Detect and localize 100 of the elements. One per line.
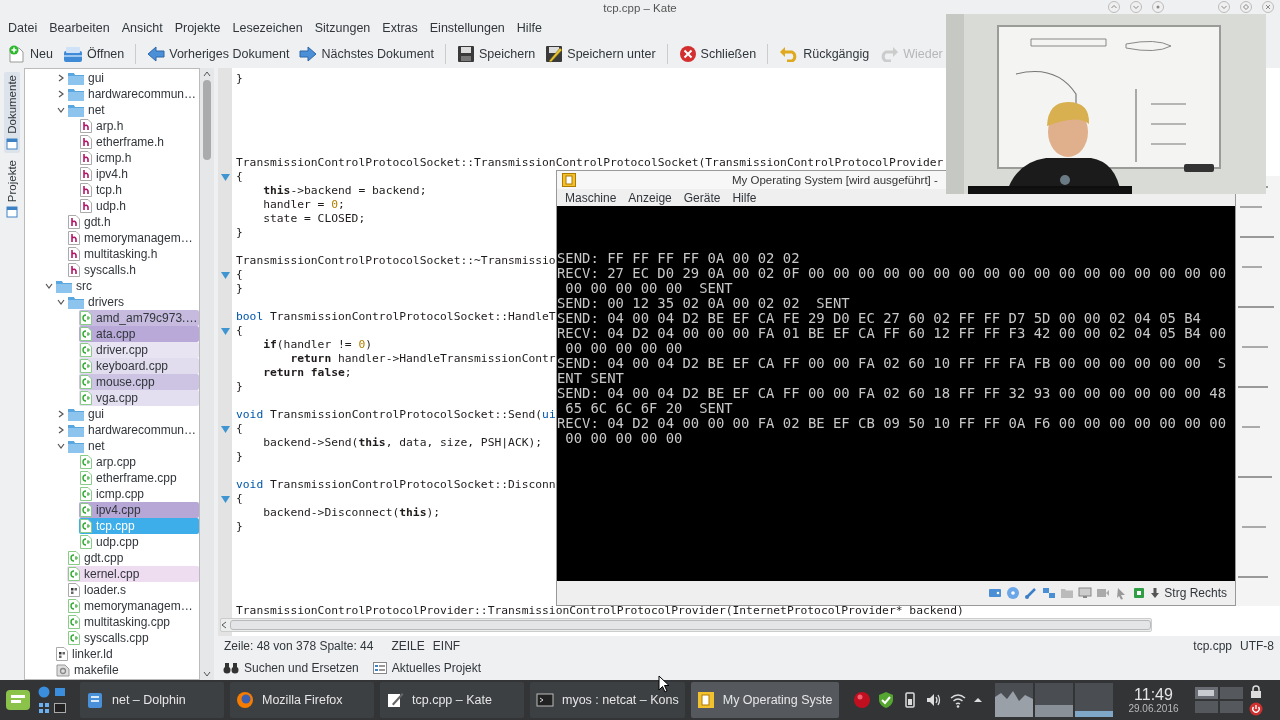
taskbar-button[interactable]: myos : netcat – Kons [530, 682, 685, 718]
all-desktops-button[interactable] [1152, 1, 1164, 13]
taskbar-button[interactable]: tcp.cpp – Kate [380, 682, 524, 718]
tree-item[interactable]: ipv4.cpp [79, 502, 199, 518]
tree-item[interactable]: icmp.h [79, 150, 199, 166]
tree-item[interactable]: multitasking.cpp [67, 614, 199, 630]
shield-icon[interactable] [876, 691, 895, 709]
tree-item[interactable]: gdt.cpp [67, 550, 199, 566]
close-button[interactable] [1262, 1, 1274, 13]
desktop-pager[interactable] [1194, 685, 1243, 715]
cpu-graph-drawing[interactable] [994, 683, 1033, 717]
tree-item[interactable]: tcp.h [79, 182, 199, 198]
chevron-icon[interactable] [57, 410, 65, 418]
network-icon[interactable] [1042, 586, 1057, 600]
tree-item[interactable]: ata.cpp [79, 326, 199, 342]
tree-item[interactable]: drivers [67, 294, 199, 310]
close-document-button[interactable]: Schließen [674, 43, 761, 65]
tree-item[interactable]: net [67, 102, 199, 118]
new-button[interactable]: Neu [4, 43, 57, 65]
tree-item[interactable]: makefile [55, 662, 199, 678]
scrollbar-thumb[interactable] [230, 620, 1151, 630]
tree-item[interactable]: amd_am79c973.… [79, 310, 199, 326]
minimap-drawing[interactable] [1236, 176, 1280, 606]
wifi-icon[interactable] [948, 691, 967, 709]
tree-item[interactable]: linker.ld [55, 646, 199, 662]
insert-mode[interactable]: EINF [432, 639, 461, 653]
scrollbar-thumb[interactable] [203, 80, 211, 160]
lock-icon[interactable] [1248, 684, 1263, 699]
taskbar-button[interactable]: net – Dolphin [80, 682, 224, 718]
record-icon[interactable] [852, 691, 871, 709]
tree-item[interactable]: multitasking.h [67, 246, 199, 262]
tree-item[interactable]: etherframe.cpp [79, 470, 199, 486]
grid-icon[interactable] [38, 702, 50, 714]
power-icon[interactable] [1248, 701, 1263, 716]
save-as-button[interactable]: Speichern unter [541, 43, 660, 65]
tree-item[interactable]: etherframe.h [79, 134, 199, 150]
tree-item[interactable]: gui [67, 406, 199, 422]
fold-arrow-icon[interactable] [220, 271, 230, 279]
menu-item[interactable]: Extras [376, 19, 424, 37]
menu-item[interactable]: Sitzungen [308, 19, 377, 37]
side-tab[interactable]: Projekte [4, 156, 20, 221]
open-button[interactable]: Öffnen [58, 43, 129, 65]
tree-item[interactable]: icmp.cpp [79, 486, 199, 502]
menu-item[interactable]: Geräte [677, 188, 727, 207]
clock-date[interactable]: 29.06.2016 [1128, 703, 1179, 715]
globe-icon[interactable] [38, 686, 50, 698]
tree-item[interactable]: syscalls.cpp [67, 630, 199, 646]
file-type[interactable]: tcp.cpp [1193, 639, 1232, 653]
tree-item[interactable]: driver.cpp [79, 342, 199, 358]
memory-graph-drawing[interactable] [1034, 683, 1073, 717]
tree-item[interactable]: net [67, 438, 199, 454]
tree-item[interactable]: udp.cpp [79, 534, 199, 550]
fold-arrow-icon[interactable] [220, 495, 230, 503]
tree-item[interactable]: mouse.cpp [79, 374, 199, 390]
tree-item[interactable]: gdt.h [67, 214, 199, 230]
up-arrow-icon[interactable] [972, 695, 983, 705]
tool-view-button[interactable]: Aktuelles Projekt [369, 659, 485, 677]
chevron-icon[interactable] [57, 442, 65, 450]
tree-item[interactable]: kernel.cpp [67, 566, 199, 582]
menu-item[interactable]: Maschine [559, 188, 623, 207]
save-button[interactable]: Speichern [453, 43, 540, 65]
encoding[interactable]: UTF-8 [1240, 639, 1274, 653]
tree-item[interactable]: gui [67, 70, 199, 86]
chip-icon[interactable] [1132, 586, 1147, 600]
display-icon[interactable] [1078, 586, 1093, 600]
tree-item[interactable]: hardwarecommun… [67, 422, 199, 438]
chevron-icon[interactable] [45, 282, 53, 290]
usb-icon[interactable] [1024, 586, 1039, 600]
menu-item[interactable]: Hilfe [726, 188, 763, 207]
selection-mode[interactable]: ZEILE [391, 639, 425, 653]
chevron-icon[interactable] [57, 74, 65, 82]
vertical-scrollbar[interactable] [200, 68, 214, 680]
previous-document-button[interactable]: Vorheriges Dokument [143, 44, 294, 64]
tree-item[interactable]: keyboard.cpp [79, 358, 199, 374]
chevron-icon[interactable] [57, 106, 65, 114]
tree-item[interactable]: memorymanagem… [67, 230, 199, 246]
menu-item[interactable]: Bearbeiten [43, 19, 116, 37]
tool-view-button[interactable]: Suchen und Ersetzen [220, 659, 362, 677]
chevron-icon[interactable] [57, 426, 65, 434]
menu-item[interactable]: Ansicht [115, 19, 169, 37]
clock-time[interactable]: 11:49 [1134, 685, 1173, 704]
window-icon[interactable] [54, 686, 66, 698]
menu-item[interactable]: Lesezeichen [226, 19, 309, 37]
tree-item[interactable]: vga.cpp [79, 390, 199, 406]
terminal-icon[interactable] [54, 702, 66, 714]
menu-item[interactable]: Datei [2, 19, 44, 37]
next-document-button[interactable]: Nächstes Dokument [295, 44, 438, 64]
menu-item[interactable]: Einstellungen [423, 19, 511, 37]
tree-item[interactable]: arp.h [79, 118, 199, 134]
tree-item[interactable]: syscalls.h [67, 262, 199, 278]
menu-item[interactable]: Projekte [168, 19, 227, 37]
undo-button[interactable]: Rückgängig [775, 44, 874, 64]
chevron-icon[interactable] [57, 90, 65, 98]
tree-item[interactable]: memorymanagem… [67, 598, 199, 614]
fold-arrow-icon[interactable] [220, 173, 230, 181]
chevron-icon[interactable] [57, 298, 65, 306]
taskbar-button[interactable]: Mozilla Firefox [230, 682, 374, 718]
tree-item[interactable]: arp.cpp [79, 454, 199, 470]
fold-arrow-icon[interactable] [220, 425, 230, 433]
fold-arrow-icon[interactable] [220, 327, 230, 335]
